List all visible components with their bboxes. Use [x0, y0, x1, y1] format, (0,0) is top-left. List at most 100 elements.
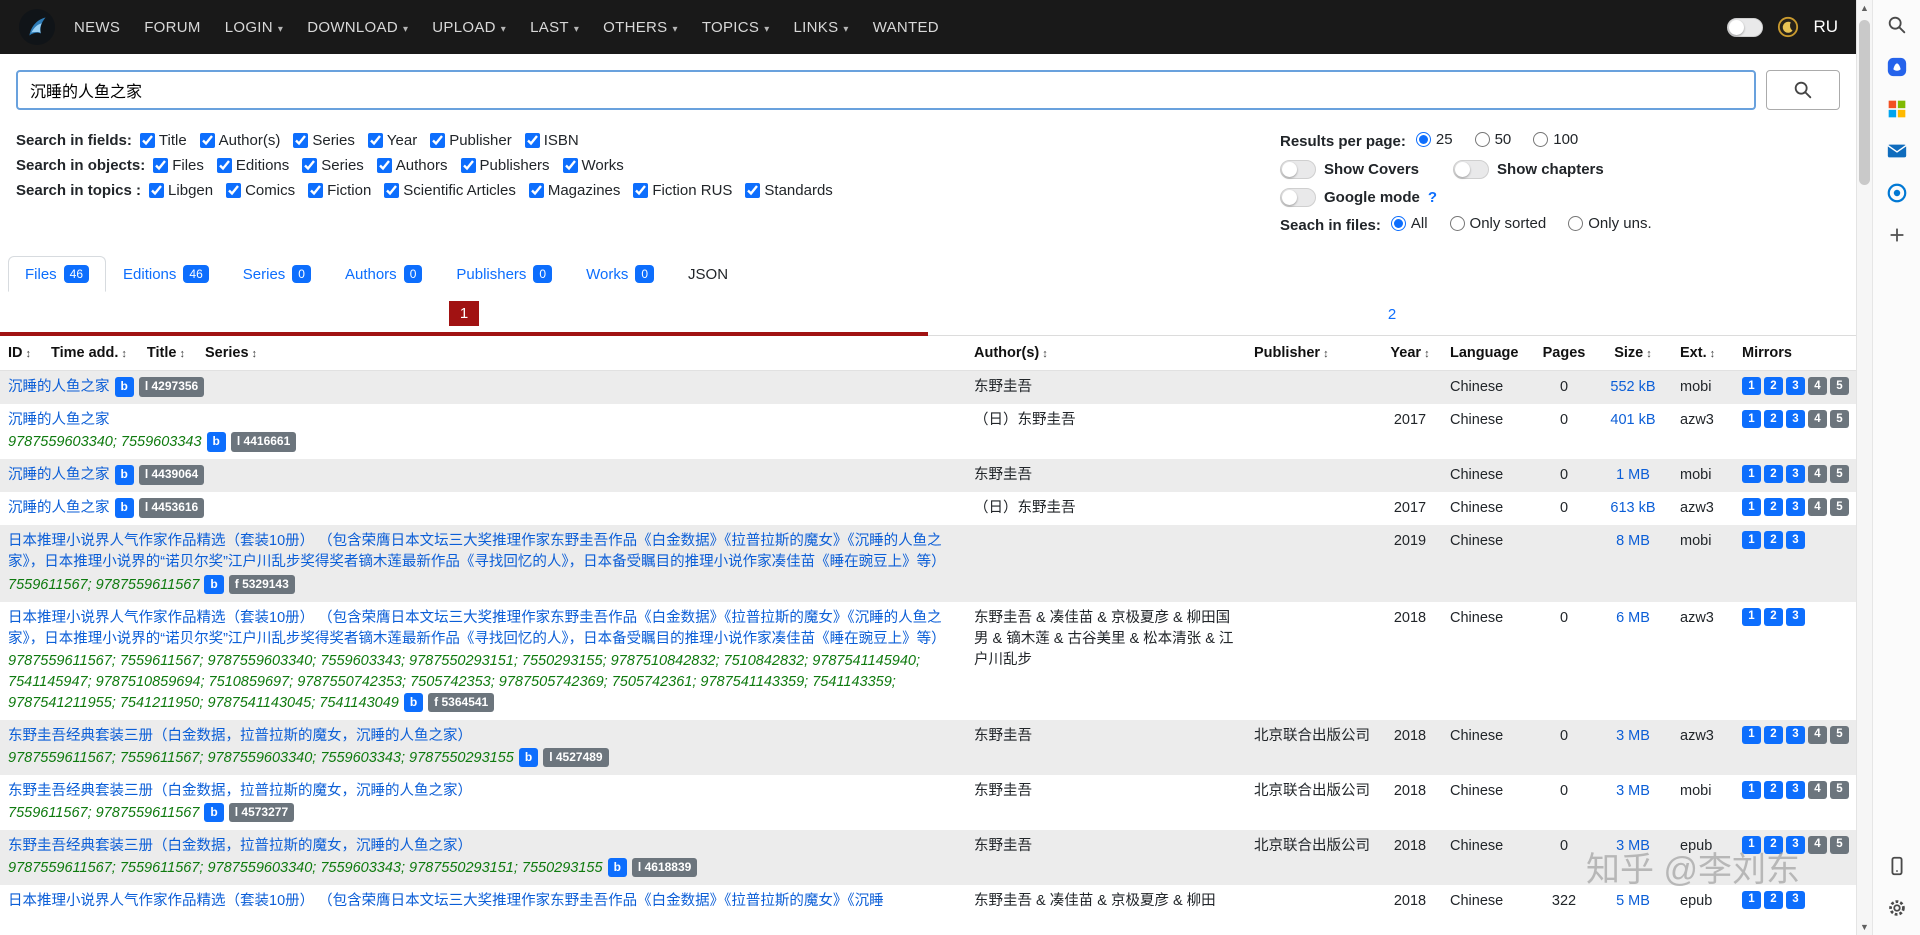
checkbox-authors[interactable]: Authors — [376, 157, 448, 174]
nav-item-links[interactable]: LINKS ▾ — [794, 19, 849, 36]
radio-input-only-uns[interactable] — [1568, 216, 1584, 231]
checkbox-scientific-articles[interactable]: Scientific Articles — [384, 182, 516, 199]
mirror-button-5[interactable]: 5 — [1830, 780, 1849, 799]
badge-b[interactable]: b — [204, 574, 224, 594]
sort-icon[interactable]: ↕ — [1710, 348, 1716, 360]
radio-input-all[interactable] — [1390, 216, 1406, 231]
book-title-link[interactable]: 东野圭吾经典套装三册（白金数据，拉普拉斯的魔女，沉睡的人鱼之家） — [8, 783, 472, 799]
radio-input-only-sorted[interactable] — [1449, 216, 1465, 231]
checkbox-standards[interactable]: Standards — [745, 182, 833, 199]
mirror-button-1[interactable]: 1 — [1742, 835, 1761, 854]
mirror-button-1[interactable]: 1 — [1742, 890, 1761, 909]
checkbox-input-series[interactable] — [302, 158, 318, 173]
mirror-button-1[interactable]: 1 — [1742, 377, 1761, 396]
radio-100[interactable]: 100 — [1533, 131, 1578, 148]
checkbox-input-works[interactable] — [562, 158, 578, 173]
book-title-link[interactable]: 东野圭吾经典套装三册（白金数据，拉普拉斯的魔女，沉睡的人鱼之家） — [8, 728, 472, 744]
badge-b[interactable]: b — [204, 802, 224, 823]
checkbox-input-publisher[interactable] — [430, 133, 446, 148]
mirror-button-3[interactable]: 3 — [1786, 780, 1805, 799]
checkbox-year[interactable]: Year — [367, 132, 417, 149]
mirror-button-5[interactable]: 5 — [1830, 498, 1849, 517]
checkbox-input-series[interactable] — [293, 133, 309, 148]
site-logo-icon[interactable] — [18, 8, 56, 46]
mirror-button-1[interactable]: 1 — [1742, 498, 1761, 517]
mirror-button-3[interactable]: 3 — [1786, 607, 1805, 626]
phone-link-icon[interactable] — [1884, 853, 1910, 879]
badge-file-id[interactable]: f 5364541 — [428, 692, 495, 712]
mirror-button-2[interactable]: 2 — [1764, 410, 1783, 429]
sort-icon[interactable]: ↕ — [252, 348, 258, 360]
badge-file-id[interactable]: l 4453616 — [138, 498, 205, 518]
page-button-2[interactable]: 2 — [1388, 306, 1396, 323]
size-download-link[interactable]: 5 MB — [1616, 893, 1650, 909]
mirror-button-3[interactable]: 3 — [1786, 725, 1805, 744]
checkbox-series[interactable]: Series — [293, 132, 355, 149]
mirror-button-2[interactable]: 2 — [1764, 725, 1783, 744]
badge-file-id[interactable]: f 5329143 — [228, 574, 295, 594]
mirror-button-2[interactable]: 2 — [1764, 780, 1783, 799]
badge-file-id[interactable]: l 4416661 — [230, 432, 297, 452]
size-download-link[interactable]: 3 MB — [1616, 838, 1650, 854]
tab-files[interactable]: Files 46 — [8, 256, 107, 293]
mirror-button-4[interactable]: 4 — [1808, 725, 1827, 744]
mirror-button-3[interactable]: 3 — [1786, 890, 1805, 909]
book-title-link[interactable]: 沉睡的人鱼之家 — [8, 412, 110, 428]
radio-50[interactable]: 50 — [1474, 131, 1511, 148]
mirror-button-5[interactable]: 5 — [1830, 410, 1849, 429]
size-download-link[interactable]: 613 kB — [1610, 500, 1655, 516]
dark-mode-icon[interactable] — [1777, 16, 1799, 38]
nav-item-forum[interactable]: FORUM — [144, 19, 201, 36]
column-header-title[interactable]: Title ↕ — [147, 345, 185, 361]
tab-series[interactable]: Series 0 — [226, 256, 328, 292]
mirror-button-4[interactable]: 4 — [1808, 465, 1827, 484]
scroll-down-arrow-icon[interactable]: ▼ — [1857, 919, 1872, 935]
column-header-series[interactable]: Series ↕ — [205, 345, 257, 361]
badge-b[interactable]: b — [114, 377, 134, 397]
checkbox-input-author-s[interactable] — [199, 133, 215, 148]
book-title-link[interactable]: 沉睡的人鱼之家 — [8, 379, 110, 395]
google-mode-toggle[interactable] — [1280, 187, 1316, 207]
nav-item-topics[interactable]: TOPICS ▾ — [702, 19, 770, 36]
mirror-button-1[interactable]: 1 — [1742, 725, 1761, 744]
edge-discover-icon[interactable] — [1884, 180, 1910, 206]
mirror-button-1[interactable]: 1 — [1742, 410, 1761, 429]
checkbox-input-title[interactable] — [139, 133, 155, 148]
sort-icon[interactable]: ↕ — [1042, 348, 1048, 360]
mirror-button-4[interactable]: 4 — [1808, 498, 1827, 517]
size-download-link[interactable]: 3 MB — [1616, 728, 1650, 744]
badge-b[interactable]: b — [114, 465, 134, 485]
search-icon[interactable] — [1884, 12, 1910, 38]
mirror-button-5[interactable]: 5 — [1830, 465, 1849, 484]
checkbox-series[interactable]: Series — [302, 157, 364, 174]
badge-file-id[interactable]: l 4527489 — [543, 747, 609, 767]
tab-authors[interactable]: Authors 0 — [328, 256, 439, 292]
badge-file-id[interactable]: l 4439064 — [138, 465, 205, 485]
page-button-current[interactable]: 1 — [448, 300, 480, 326]
checkbox-isbn[interactable]: ISBN — [524, 132, 579, 149]
badge-b[interactable]: b — [114, 498, 134, 518]
checkbox-input-magazines[interactable] — [528, 183, 544, 198]
column-header-id[interactable]: ID ↕ — [8, 345, 31, 361]
checkbox-files[interactable]: Files — [153, 157, 204, 174]
nav-item-download[interactable]: DOWNLOAD ▾ — [307, 19, 408, 36]
mirror-button-2[interactable]: 2 — [1764, 465, 1783, 484]
scroll-up-arrow-icon[interactable]: ▲ — [1857, 0, 1872, 16]
checkbox-author-s[interactable]: Author(s) — [199, 132, 280, 149]
column-header-ext[interactable]: Ext. ↕ — [1672, 336, 1734, 372]
tab-works[interactable]: Works 0 — [569, 256, 671, 292]
google-mode-help-link[interactable]: ? — [1428, 189, 1437, 206]
toggle-show-covers[interactable] — [1280, 159, 1316, 179]
book-title-link[interactable]: 沉睡的人鱼之家 — [8, 467, 110, 483]
browser-scrollbar[interactable]: ▲ ▼ — [1856, 0, 1872, 935]
checkbox-input-comics[interactable] — [226, 183, 242, 198]
search-input[interactable] — [16, 70, 1756, 110]
book-title-link[interactable]: 日本推理小说界人气作家作品精选（套装10册） （包含荣膺日本文坛三大奖推理作家东… — [8, 533, 946, 570]
mirror-button-3[interactable]: 3 — [1786, 531, 1805, 550]
nav-item-last[interactable]: LAST ▾ — [530, 19, 579, 36]
column-header-publisher[interactable]: Publisher ↕ — [1246, 336, 1378, 372]
sort-icon[interactable]: ↕ — [1323, 348, 1329, 360]
radio-input-25[interactable] — [1415, 132, 1431, 147]
mirror-button-3[interactable]: 3 — [1786, 410, 1805, 429]
checkbox-input-year[interactable] — [367, 133, 383, 148]
